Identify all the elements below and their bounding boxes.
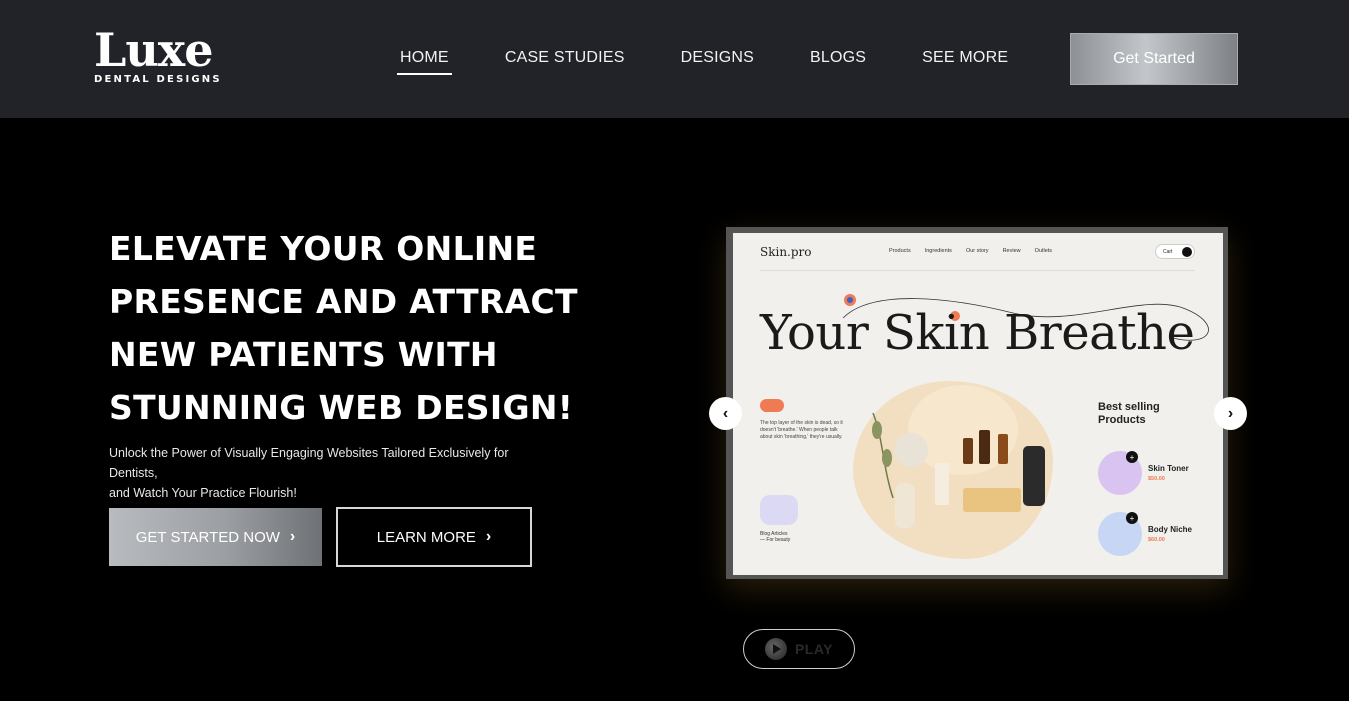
top-navbar: Luxe DENTAL DESIGNS HOME CASE STUDIES DE…: [0, 0, 1349, 118]
mockup-product-item: + Skin Toner $50.00: [1098, 451, 1208, 495]
learn-more-button[interactable]: LEARN MORE ›: [336, 507, 532, 567]
plus-icon: +: [1126, 512, 1138, 524]
mockup-nav-item: Products: [889, 248, 911, 254]
mockup-audio-pill: [760, 399, 784, 412]
get-started-now-label: GET STARTED NOW: [135, 528, 280, 546]
mockup-blog-label: Blog Articles — For beauty: [760, 531, 790, 543]
play-button[interactable]: PLAY: [743, 629, 855, 669]
chevron-left-icon: ‹: [722, 404, 729, 422]
product-price: $60.00: [1148, 537, 1165, 543]
mockup-product-item: + Body Niche $60.00: [1098, 512, 1208, 556]
chevron-right-icon: ›: [1227, 404, 1234, 422]
slider-next-button[interactable]: ›: [1214, 397, 1247, 430]
learn-more-label: LEARN MORE: [376, 528, 476, 546]
mockup-cart: Cart: [1155, 244, 1195, 259]
get-started-button[interactable]: Get Started: [1070, 33, 1238, 85]
mockup-nav-item: Our story: [965, 248, 989, 254]
mockup-nav-item: Ingredients: [924, 248, 952, 254]
mockup-best-selling-heading: Best selling Products: [1098, 401, 1160, 426]
product-name: Body Niche: [1148, 525, 1193, 534]
mockup-blog-thumbnail: [760, 495, 798, 525]
main-menu: HOME CASE STUDIES DESIGNS BLOGS SEE MORE: [397, 49, 1064, 75]
play-icon: [764, 638, 787, 660]
hero-subtitle-line-1: Unlock the Power of Visually Engaging We…: [109, 446, 509, 480]
mockup-description: The top layer of the skin is dead, so it…: [760, 420, 843, 440]
logo-wordmark: Luxe: [94, 23, 213, 77]
product-bottles-icon: [872, 412, 1045, 528]
mockup-hero-title: Your Skin Breathe: [760, 305, 1195, 361]
mockup-brand: Skin.pro: [760, 245, 812, 259]
slider-mockup-image: Skin.pro Products Ingredients Our story …: [733, 233, 1223, 575]
product-price: $50.00: [1148, 476, 1165, 482]
play-label: PLAY: [794, 641, 834, 657]
hero-headline: ELEVATE YOUR ONLINE PRESENCE AND ATTRACT…: [109, 229, 578, 427]
logo-tagline: DENTAL DESIGNS: [94, 74, 222, 85]
mockup-nav-item: Outlets: [1034, 248, 1053, 254]
cart-icon: [1182, 247, 1192, 257]
mockup-nav: Products Ingredients Our story Review Ou…: [889, 248, 1052, 254]
chevron-right-icon: ›: [485, 528, 492, 545]
nav-item-blogs[interactable]: BLOGS: [810, 49, 866, 75]
nav-item-designs[interactable]: DESIGNS: [681, 49, 754, 75]
nav-item-see-more[interactable]: SEE MORE: [922, 49, 1008, 75]
logo[interactable]: Luxe DENTAL DESIGNS: [94, 23, 222, 85]
chevron-right-icon: ›: [289, 528, 296, 545]
hero-subtitle: Unlock the Power of Visually Engaging We…: [109, 443, 559, 503]
nav-item-case-studies[interactable]: CASE STUDIES: [505, 49, 625, 75]
hero-subtitle-line-2: and Watch Your Practice Flourish!: [109, 486, 297, 500]
get-started-now-button[interactable]: GET STARTED NOW ›: [109, 508, 322, 566]
plus-icon: +: [1126, 451, 1138, 463]
mockup-cart-label: Cart: [1163, 248, 1173, 255]
nav-item-home[interactable]: HOME: [397, 49, 452, 75]
slider-prev-button[interactable]: ‹: [709, 397, 742, 430]
mockup-nav-item: Review: [1002, 248, 1021, 254]
mockup-divider: [760, 270, 1195, 271]
mockup-blog-label-line-2: — For beauty: [760, 537, 791, 543]
product-name: Skin Toner: [1148, 464, 1189, 473]
